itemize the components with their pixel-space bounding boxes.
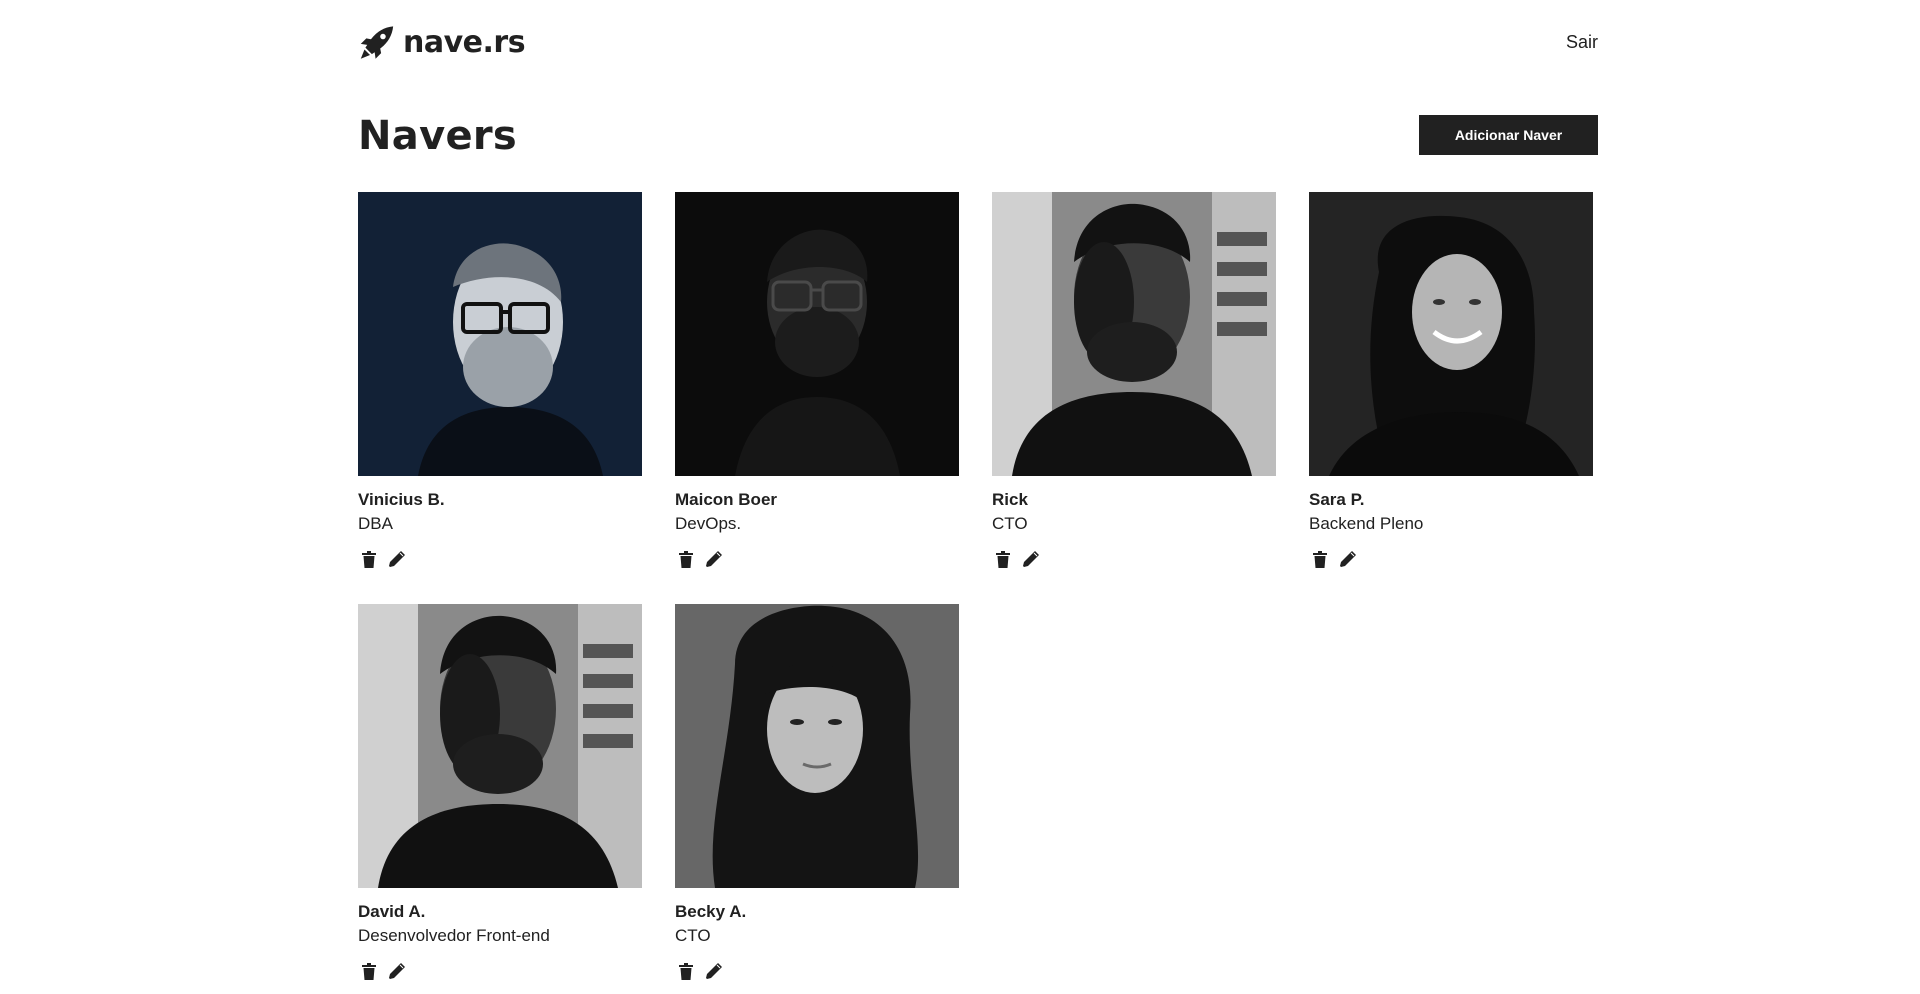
portrait-image <box>358 192 642 476</box>
naver-actions <box>358 960 414 982</box>
page: nave.rs Sair Navers Adicionar Naver Vini… <box>0 0 1920 994</box>
naver-name: Sara P. <box>1309 490 1365 509</box>
portrait-image <box>675 604 959 888</box>
naver-card: Vinicius B. DBA <box>358 192 642 604</box>
naver-name: David A. <box>358 902 426 921</box>
portrait-image <box>992 192 1276 476</box>
trash-icon[interactable] <box>675 548 697 570</box>
naver-photo[interactable] <box>1309 192 1593 476</box>
rocket-icon <box>360 26 394 59</box>
naver-actions <box>675 548 731 570</box>
naver-card: Becky A. CTO <box>675 604 959 994</box>
pencil-icon[interactable] <box>1337 548 1359 570</box>
naver-actions <box>358 548 414 570</box>
naver-actions <box>1309 548 1365 570</box>
portrait-image <box>1309 192 1593 476</box>
naver-card: Sara P. Backend Pleno <box>1309 192 1593 604</box>
trash-icon[interactable] <box>1309 548 1331 570</box>
naver-card: Rick CTO <box>992 192 1276 604</box>
portrait-image <box>675 192 959 476</box>
trash-icon[interactable] <box>675 960 697 982</box>
naver-photo[interactable] <box>358 192 642 476</box>
naver-role: CTO <box>675 926 711 945</box>
portrait-image <box>358 604 642 888</box>
naver-role: Desenvolvedor Front-end <box>358 926 550 945</box>
naver-name: Rick <box>992 490 1028 509</box>
naver-photo[interactable] <box>675 192 959 476</box>
pencil-icon[interactable] <box>386 548 408 570</box>
naver-card: David A. Desenvolvedor Front-end <box>358 604 642 994</box>
naver-role: Backend Pleno <box>1309 514 1424 533</box>
pencil-icon[interactable] <box>703 548 725 570</box>
brand-logo[interactable]: nave.rs <box>358 23 526 63</box>
naver-role: DevOps. <box>675 514 742 533</box>
brand-name: nave.rs <box>403 25 526 60</box>
trash-icon[interactable] <box>358 548 380 570</box>
pencil-icon[interactable] <box>703 960 725 982</box>
naver-photo[interactable] <box>675 604 959 888</box>
trash-icon[interactable] <box>992 548 1014 570</box>
logout-link[interactable]: Sair <box>1566 32 1598 53</box>
naver-actions <box>992 548 1048 570</box>
page-title: Navers <box>358 113 518 159</box>
top-header: nave.rs Sair <box>358 23 1598 63</box>
naver-role: CTO <box>992 514 1028 533</box>
naver-name: Becky A. <box>675 902 747 921</box>
pencil-icon[interactable] <box>1020 548 1042 570</box>
naver-name: Vinicius B. <box>358 490 445 509</box>
naver-photo[interactable] <box>992 192 1276 476</box>
naver-role: DBA <box>358 514 393 533</box>
naver-actions <box>675 960 731 982</box>
naver-photo[interactable] <box>358 604 642 888</box>
naver-card: Maicon Boer DevOps. <box>675 192 959 604</box>
trash-icon[interactable] <box>358 960 380 982</box>
naver-name: Maicon Boer <box>675 490 778 509</box>
pencil-icon[interactable] <box>386 960 408 982</box>
add-naver-button[interactable]: Adicionar Naver <box>1419 115 1598 155</box>
